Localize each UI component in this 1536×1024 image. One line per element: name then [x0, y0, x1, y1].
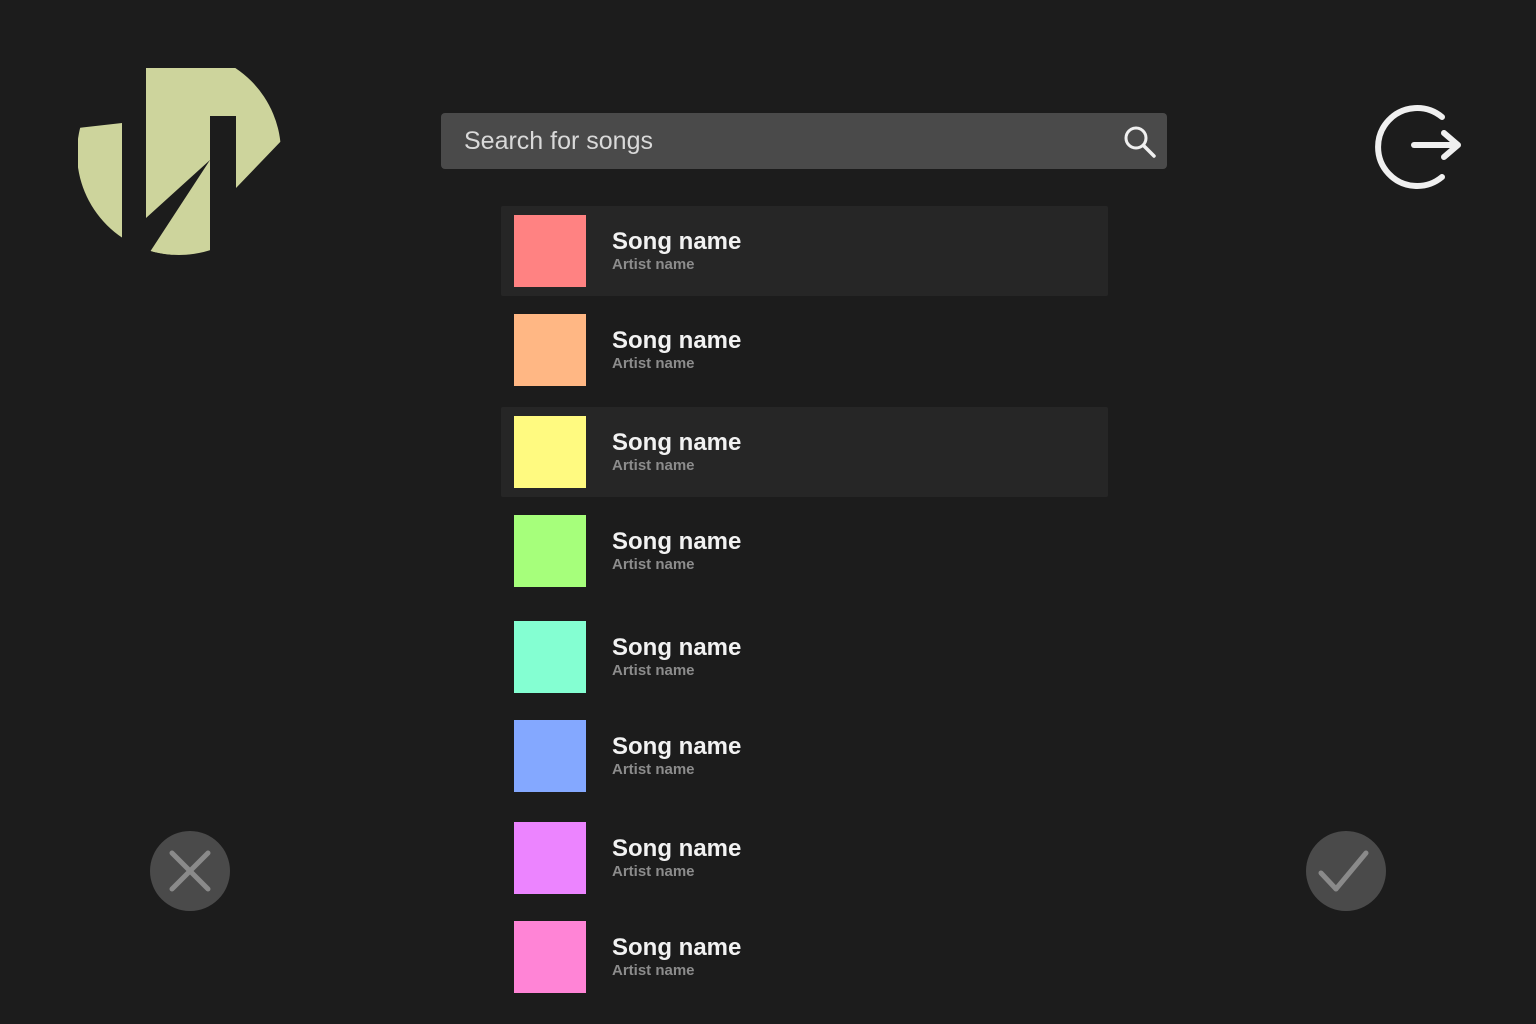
- song-list-item[interactable]: Song name Artist name: [501, 407, 1108, 497]
- song-artist: Artist name: [612, 256, 695, 273]
- song-title: Song name: [612, 934, 742, 961]
- song-list-item[interactable]: Song name Artist name: [501, 305, 1108, 395]
- song-title: Song name: [612, 228, 742, 255]
- song-artist: Artist name: [612, 457, 695, 474]
- album-art: [514, 314, 586, 386]
- close-icon: [169, 850, 211, 892]
- album-art: [514, 921, 586, 993]
- search-icon[interactable]: [1123, 125, 1157, 159]
- logout-icon[interactable]: [1372, 101, 1464, 193]
- song-list-item[interactable]: Song name Artist name: [501, 612, 1108, 702]
- song-list: Song name Artist name Song name Artist n…: [501, 0, 1108, 1024]
- song-list-item[interactable]: Song name Artist name: [501, 711, 1108, 801]
- song-artist: Artist name: [612, 556, 695, 573]
- album-art: [514, 621, 586, 693]
- song-title: Song name: [612, 528, 742, 555]
- song-list-item[interactable]: Song name Artist name: [501, 506, 1108, 596]
- song-artist: Artist name: [612, 962, 695, 979]
- cancel-button[interactable]: [150, 831, 230, 911]
- song-picker-screen: Song name Artist name Song name Artist n…: [0, 0, 1536, 1024]
- song-list-item[interactable]: Song name Artist name: [501, 912, 1108, 1002]
- album-art: [514, 720, 586, 792]
- album-art: [514, 515, 586, 587]
- song-title: Song name: [612, 327, 742, 354]
- song-title: Song name: [612, 634, 742, 661]
- album-art: [514, 416, 586, 488]
- app-logo-icon: [78, 68, 281, 255]
- song-artist: Artist name: [612, 761, 695, 778]
- song-list-item[interactable]: Song name Artist name: [501, 206, 1108, 296]
- checkmark-icon: [1318, 850, 1369, 892]
- song-artist: Artist name: [612, 662, 695, 679]
- song-title: Song name: [612, 835, 742, 862]
- album-art: [514, 215, 586, 287]
- song-list-item[interactable]: Song name Artist name: [501, 813, 1108, 903]
- song-artist: Artist name: [612, 863, 695, 880]
- song-artist: Artist name: [612, 355, 695, 372]
- album-art: [514, 822, 586, 894]
- song-title: Song name: [612, 733, 742, 760]
- confirm-button[interactable]: [1306, 831, 1386, 911]
- song-title: Song name: [612, 429, 742, 456]
